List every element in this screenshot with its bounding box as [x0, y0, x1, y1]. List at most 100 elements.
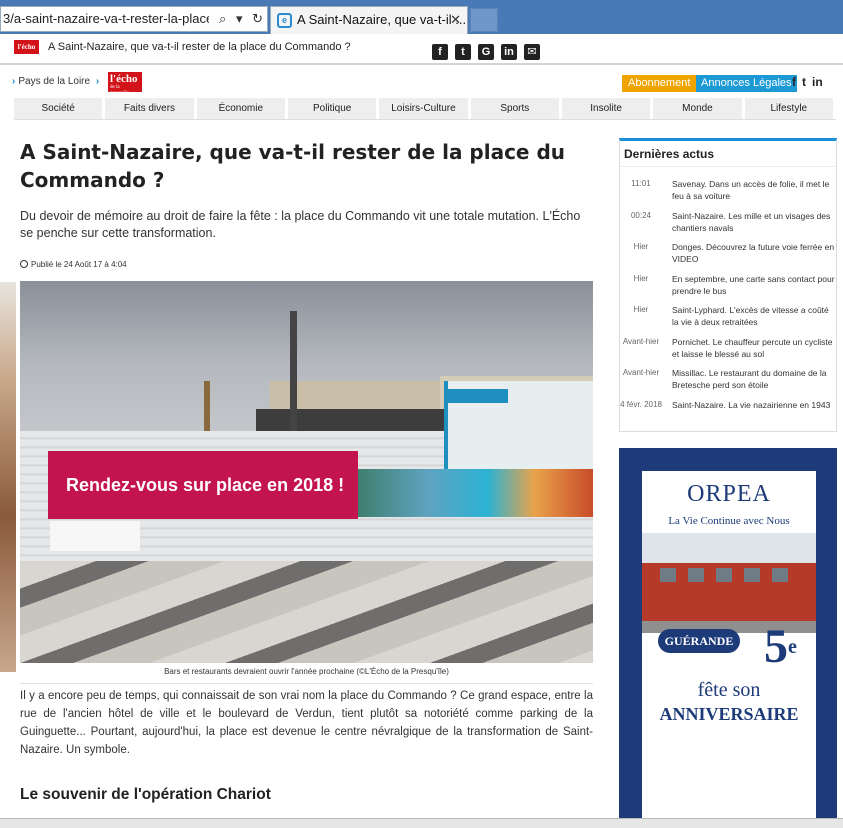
url-text[interactable]: 3/a-saint-nazaire-va-t-rester-la-place-c…: [3, 7, 209, 31]
site-logo-name: l'écho: [110, 73, 138, 85]
nav-item-insolite[interactable]: Insolite: [562, 98, 654, 119]
orpea-location-badge: GUÉRANDE: [658, 629, 740, 653]
news-list-item[interactable]: 11:01 Savenay. Dans un accès de folie, il…: [620, 178, 836, 210]
nav-item-politique[interactable]: Politique: [288, 98, 380, 119]
news-list-item[interactable]: 4 févr. 2018 Saint-Nazaire. La vie nazair…: [620, 399, 836, 431]
orpea-building-photo: [642, 533, 816, 633]
news-list-item[interactable]: Hier Donges. Découvrez la future voie fer…: [620, 241, 836, 273]
divider: [20, 683, 593, 684]
news-list-item[interactable]: 00:24 Saint-Nazaire. Les mille et un visa…: [620, 210, 836, 242]
facebook-icon[interactable]: f: [792, 75, 796, 89]
breadcrumb-region[interactable]: Pays de la Loire: [18, 76, 90, 87]
news-time: 00:24: [630, 210, 652, 220]
photo-window: [772, 568, 788, 582]
orpea-number-suffix: e: [788, 636, 797, 658]
legal-notices-button[interactable]: Annonces Légales: [696, 75, 797, 92]
reload-icon[interactable]: ↻: [252, 11, 263, 26]
subscribe-button[interactable]: Abonnement: [622, 75, 697, 92]
twitter-icon[interactable]: t: [802, 75, 806, 89]
nav-item-economie[interactable]: Économie: [197, 98, 288, 119]
close-tab-icon[interactable]: ✕: [450, 7, 461, 33]
orpea-line2: ANNIVERSAIRE: [659, 704, 799, 724]
news-headline-link[interactable]: Donges. Découvrez la future voie ferrée …: [672, 241, 836, 273]
nav-item-lifestyle[interactable]: Lifestyle: [745, 98, 836, 119]
news-time: 11:01: [631, 179, 651, 188]
linkedin-icon[interactable]: in: [812, 75, 823, 89]
share-icons: f t Gin ✉: [432, 42, 547, 60]
news-headline-link[interactable]: Savenay. Dans un accès de folie, il met …: [672, 178, 836, 210]
address-bar[interactable]: 3/a-saint-nazaire-va-t-rester-la-place-c…: [0, 6, 268, 32]
site-logo[interactable]: l'écho de la presqu'île: [108, 72, 142, 96]
latest-news-list: 11:01 Savenay. Dans un accès de folie, il…: [620, 167, 836, 430]
photo-sponsor-panel: [50, 521, 140, 551]
search-icon[interactable]: ⌕: [219, 11, 226, 26]
facebook-icon[interactable]: f: [432, 44, 448, 60]
nav-item-sports[interactable]: Sports: [471, 98, 562, 119]
orpea-tagline: La Vie Continue avec Nous: [668, 515, 790, 527]
new-tab-button[interactable]: [470, 8, 498, 32]
orpea-logo: ORPEA: [687, 481, 771, 507]
site-favicon-icon: e: [277, 13, 292, 28]
news-headline-link[interactable]: Pornichet. Le chauffeur percute un cycli…: [672, 336, 836, 368]
photo-window: [716, 568, 732, 582]
photo-window: [744, 568, 760, 582]
nav-item-faits-divers[interactable]: Faits divers: [105, 98, 197, 119]
address-bar-actions: ⌕ ▾ ↻: [213, 7, 263, 31]
site-header: › Pays de la Loire › l'écho de la presqu'…: [12, 72, 836, 96]
news-time: Hier: [633, 305, 649, 314]
news-time: 4 févr. 2018: [620, 399, 662, 409]
linkedin-icon[interactable]: in: [501, 44, 517, 60]
article-lead: Du devoir de mémoire au droit de faire l…: [20, 209, 581, 240]
side-advertisement[interactable]: [0, 282, 16, 672]
page-title: A Saint-Nazaire, que va-t-il rester de l…: [20, 140, 566, 192]
photo-banner-pictures: [358, 469, 593, 517]
photo-banner: Rendez-vous sur place en 2018 !: [48, 451, 358, 519]
article-body: Il y a encore peu de temps, qui connaiss…: [20, 690, 593, 756]
news-headline-link[interactable]: En septembre, une carte sans contact pou…: [672, 273, 836, 305]
news-time: Avant-hier: [622, 336, 660, 346]
news-list-item[interactable]: Hier Saint-Lyphard. L'excès de vitesse a …: [620, 304, 836, 336]
news-time: Hier: [633, 242, 649, 251]
photo-info-board: [444, 381, 593, 475]
dropdown-icon[interactable]: ▾: [236, 11, 243, 26]
nav-item-monde[interactable]: Monde: [653, 98, 745, 119]
photo-info-board-header: [448, 389, 508, 403]
article-subheading: Le souvenir de l'opération Chariot: [20, 786, 271, 803]
site-logo-subtitle: de la presqu'île: [110, 85, 130, 96]
orpea-number: 5: [764, 620, 788, 673]
sticky-share-bar: l'écho A Saint-Nazaire, que va-t-il rest…: [0, 34, 843, 65]
news-headline-link[interactable]: Saint-Nazaire. La vie nazairienne en 194…: [672, 399, 836, 431]
browser-toolbar: 3/a-saint-nazaire-va-t-rester-la-place-c…: [0, 0, 843, 34]
google-plus-icon[interactable]: G: [478, 44, 494, 60]
news-list-item[interactable]: Avant-hier Missillac. Le restaurant du do…: [620, 367, 836, 399]
breadcrumb[interactable]: › Pays de la Loire ›: [12, 76, 102, 87]
window-bottom-edge: [0, 818, 843, 828]
news-headline-link[interactable]: Missillac. Le restaurant du domaine de l…: [672, 367, 836, 399]
sticky-article-title: A Saint-Nazaire, que va-t-il rester de l…: [48, 41, 351, 53]
browser-tab-active[interactable]: e A Saint-Nazaire, que va-t-il ... ✕: [270, 6, 468, 34]
news-time: Hier: [633, 273, 649, 283]
orpea-line1: fête son: [697, 679, 761, 701]
orpea-anniversary-number: 5e: [764, 623, 797, 671]
news-time: Avant-hier: [622, 368, 660, 377]
article: A Saint-Nazaire, que va-t-il rester de l…: [20, 130, 594, 803]
photo-window: [688, 568, 704, 582]
photo-pavement: [20, 561, 593, 663]
nav-item-loisirs-culture[interactable]: Loisirs-Culture: [379, 98, 471, 119]
news-headline-link[interactable]: Saint-Lyphard. L'excès de vitesse a coût…: [672, 304, 836, 336]
news-headline-link[interactable]: Saint-Nazaire. Les mille et un visages d…: [672, 210, 836, 242]
nav-item-societe[interactable]: Société: [14, 98, 106, 119]
header-social-links: f t in: [792, 75, 829, 89]
site-logo-small[interactable]: l'écho: [14, 40, 39, 54]
main-navigation: Société Faits divers Économie Politique Lois…: [14, 98, 836, 120]
news-list-item[interactable]: Avant-hier Pornichet. Le chauffeur percut…: [620, 336, 836, 368]
photo-window: [660, 568, 676, 582]
article-photo[interactable]: Rendez-vous sur place en 2018 !: [20, 281, 593, 663]
orpea-ad-content: ORPEA La Vie Continue avec Nous GUÉRANDE…: [642, 471, 816, 818]
email-icon[interactable]: ✉: [524, 44, 540, 60]
twitter-icon[interactable]: t: [455, 44, 471, 60]
news-list-item[interactable]: Hier En septembre, une carte sans contact…: [620, 273, 836, 305]
clock-icon: [20, 260, 28, 268]
orpea-advertisement[interactable]: ORPEA La Vie Continue avec Nous GUÉRANDE…: [619, 448, 837, 818]
photo-caption: Bars et restaurants devraient ouvrir l'a…: [164, 667, 449, 676]
